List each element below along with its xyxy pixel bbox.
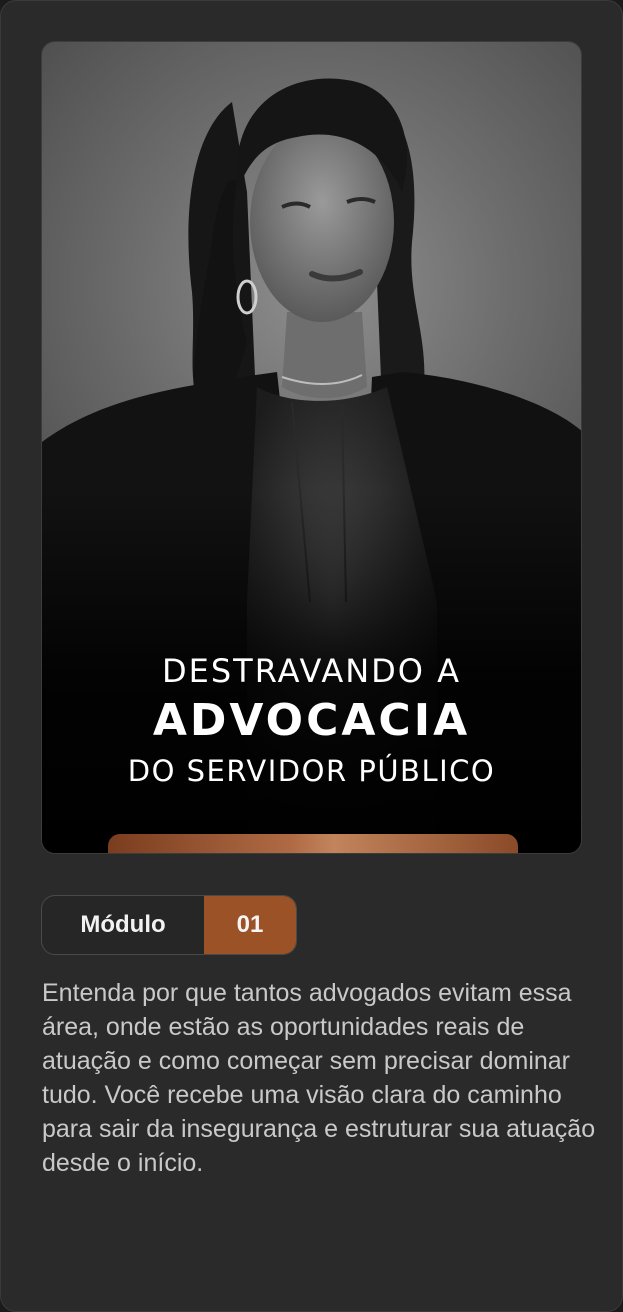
cover-title-line3: DO SERVIDOR PÚBLICO [127,754,496,788]
module-cover-image: DESTRAVANDO A ADVOCACIA DO SERVIDOR PÚBL… [41,41,582,854]
module-number: 01 [204,896,296,954]
bronze-accent-bar [108,834,518,853]
cover-title-line1: DESTRAVANDO A [161,652,462,690]
module-label: Módulo [80,911,166,938]
module-card[interactable]: DESTRAVANDO A ADVOCACIA DO SERVIDOR PÚBL… [0,0,623,1312]
cover-title: DESTRAVANDO A ADVOCACIA DO SERVIDOR PÚBL… [42,647,581,795]
module-badge: Módulo 01 [41,895,297,955]
module-description: Entenda por que tantos advogados evitam … [42,979,596,1177]
cover-title-line2: ADVOCACIA [152,695,471,746]
